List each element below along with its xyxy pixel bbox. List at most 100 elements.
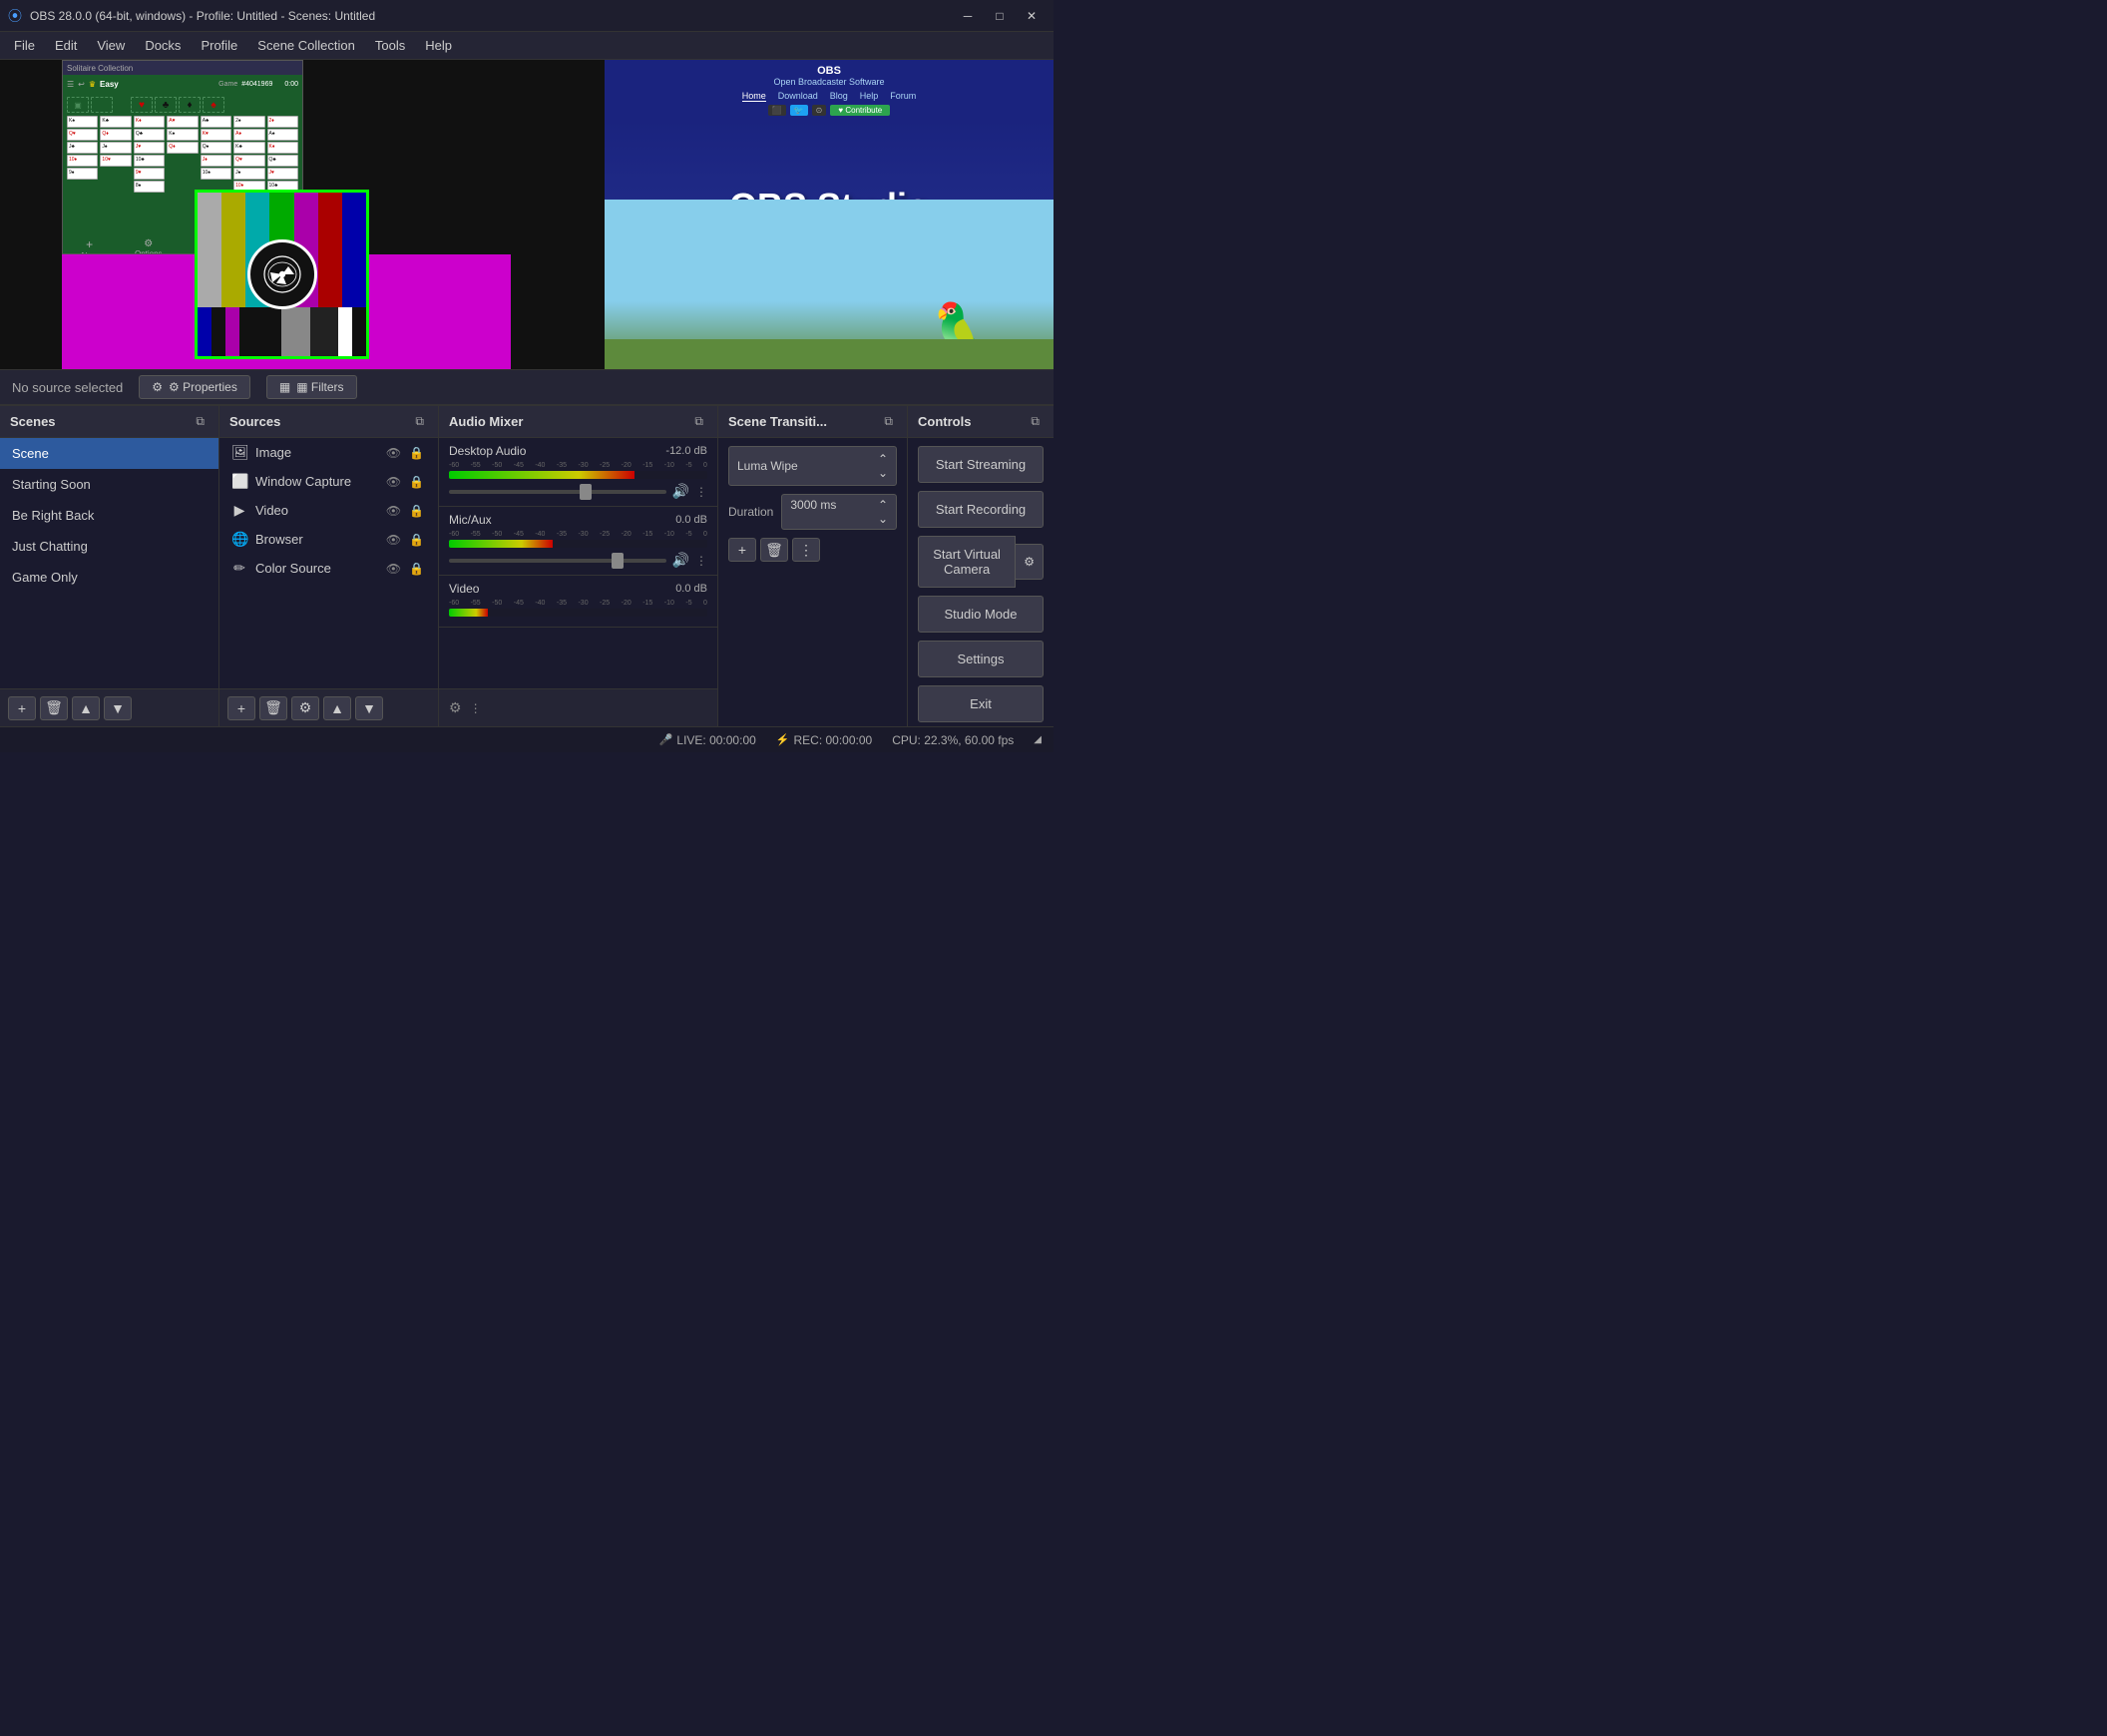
source-image-lock[interactable]: 🔒 (407, 446, 426, 460)
scenes-down-button[interactable]: ▼ (104, 696, 132, 720)
maximize-button[interactable]: □ (986, 5, 1014, 27)
mic-mute-button[interactable]: 🔊 (672, 552, 689, 569)
obs-nav-download[interactable]: Download (778, 91, 818, 102)
mic-meter-fill (449, 540, 553, 548)
transitions-menu-button[interactable]: ⋮ (792, 538, 820, 562)
duration-label: Duration (728, 505, 773, 519)
card: K♠ (167, 129, 198, 141)
scenes-up-button[interactable]: ▲ (72, 696, 100, 720)
sources-panel-popup-btn[interactable]: ⧉ (411, 412, 428, 431)
obs-logo-svg (262, 254, 302, 294)
source-item-image[interactable]: 🖼 Image 👁 🔒 (219, 438, 438, 467)
source-item-video[interactable]: ▶ Video 👁 🔒 (219, 496, 438, 525)
filters-label: ▦ Filters (296, 380, 343, 394)
close-button[interactable]: ✕ (1018, 5, 1046, 27)
mic-fader-thumb[interactable] (612, 553, 624, 569)
source-browser-visibility[interactable]: 👁 (384, 533, 403, 547)
obs-nav-forum[interactable]: Forum (890, 91, 916, 102)
menu-help[interactable]: Help (415, 34, 462, 57)
source-item-wc-left: ⬜ Window Capture (231, 473, 351, 490)
sources-add-button[interactable]: + (227, 696, 255, 720)
card: Q♥ (67, 129, 98, 141)
audio-panel-title: Audio Mixer (449, 414, 523, 429)
source-item-browser[interactable]: 🌐 Browser 👁 🔒 (219, 525, 438, 554)
filters-button[interactable]: ▦ ▦ Filters (266, 375, 357, 399)
desktop-audio-menu[interactable]: ⋮ (695, 485, 707, 499)
minimize-button[interactable]: ─ (954, 5, 982, 27)
scenes-list: Scene Starting Soon Be Right Back Just C… (0, 438, 218, 688)
audio-panel-menu[interactable]: ⋮ (470, 701, 482, 715)
transition-select[interactable]: Luma Wipe ⌃⌄ (728, 446, 897, 486)
menu-docks[interactable]: Docks (135, 34, 191, 57)
sources-remove-button[interactable]: 🗑 (259, 696, 287, 720)
audio-channels: Desktop Audio -12.0 dB -60-55-50-45-40-3… (439, 438, 717, 688)
bird-area: 🦜 (605, 200, 1054, 369)
obs-nav-home[interactable]: Home (742, 91, 766, 102)
menu-view[interactable]: View (87, 34, 135, 57)
mic-audio-menu[interactable]: ⋮ (695, 554, 707, 568)
source-color-visibility[interactable]: 👁 (384, 562, 403, 576)
obs-nav-help[interactable]: Help (860, 91, 879, 102)
transitions-panel-popup-btn[interactable]: ⧉ (880, 412, 897, 431)
scenes-panel-popup-btn[interactable]: ⧉ (192, 412, 209, 431)
start-virtual-camera-button[interactable]: Start Virtual Camera (918, 536, 1016, 588)
start-recording-button[interactable]: Start Recording (918, 491, 1044, 528)
source-color-lock[interactable]: 🔒 (407, 562, 426, 576)
scene-item-game-only[interactable]: Game Only (0, 562, 218, 593)
studio-mode-button[interactable]: Studio Mode (918, 596, 1044, 633)
scene-item-scene[interactable]: Scene (0, 438, 218, 469)
audio-settings-button[interactable]: ⚙ (449, 699, 462, 716)
source-browser-lock[interactable]: 🔒 (407, 533, 426, 547)
sol-found1: ♥ (131, 97, 153, 113)
source-status-bar: No source selected ⚙ ⚙ Properties ▦ ▦ Fi… (0, 369, 1054, 405)
card: 10♦ (67, 155, 98, 167)
properties-button[interactable]: ⚙ ⚙ Properties (139, 375, 250, 399)
transitions-remove-button[interactable]: 🗑 (760, 538, 788, 562)
obs-nav-blog[interactable]: Blog (830, 91, 848, 102)
card: K♦ (134, 116, 165, 128)
sources-up-button[interactable]: ▲ (323, 696, 351, 720)
source-image-visibility[interactable]: 👁 (384, 446, 403, 460)
sources-settings-button[interactable]: ⚙ (291, 696, 319, 720)
browser-icon: 🌐 (231, 531, 247, 548)
source-item-color[interactable]: ✏ Color Source 👁 🔒 (219, 554, 438, 583)
menubar: File Edit View Docks Profile Scene Colle… (0, 32, 1054, 60)
scenes-remove-button[interactable]: 🗑 (40, 696, 68, 720)
controls-panel-popup-btn[interactable]: ⧉ (1027, 412, 1044, 431)
duration-value: 3000 ms ⌃⌄ (781, 494, 897, 530)
source-vid-lock[interactable]: 🔒 (407, 504, 426, 518)
scenes-add-button[interactable]: + (8, 696, 36, 720)
mic-fader-track[interactable] (449, 559, 666, 563)
source-wc-lock[interactable]: 🔒 (407, 475, 426, 489)
menu-tools[interactable]: Tools (365, 34, 415, 57)
sources-down-button[interactable]: ▼ (355, 696, 383, 720)
card: K♥ (201, 129, 231, 141)
scene-item-be-right-back[interactable]: Be Right Back (0, 500, 218, 531)
transitions-add-button[interactable]: + (728, 538, 756, 562)
scene-item-just-chatting[interactable]: Just Chatting (0, 531, 218, 562)
menu-file[interactable]: File (4, 34, 45, 57)
start-streaming-button[interactable]: Start Streaming (918, 446, 1044, 483)
source-vid-visibility[interactable]: 👁 (384, 504, 403, 518)
virtual-camera-settings-button[interactable]: ⚙ (1016, 544, 1044, 580)
live-status: 🎤 LIVE: 00:00:00 (659, 733, 756, 747)
audio-panel-popup-btn[interactable]: ⧉ (690, 412, 707, 431)
mic-off-icon: 🎤 (659, 733, 673, 746)
cb-mid-gray (281, 307, 309, 356)
mic-meter (449, 540, 707, 548)
scene-item-starting-soon[interactable]: Starting Soon (0, 469, 218, 500)
menu-profile[interactable]: Profile (191, 34, 247, 57)
menu-scene-collection[interactable]: Scene Collection (247, 34, 365, 57)
desktop-fader-track[interactable] (449, 490, 666, 494)
card: J♥ (267, 168, 298, 180)
desktop-mute-button[interactable]: 🔊 (672, 483, 689, 500)
desktop-fader-thumb[interactable] (580, 484, 592, 500)
menu-edit[interactable]: Edit (45, 34, 87, 57)
sol-difficulty: Easy (100, 80, 119, 89)
video-meter (449, 609, 707, 617)
settings-button[interactable]: Settings (918, 641, 1044, 677)
source-wc-visibility[interactable]: 👁 (384, 475, 403, 489)
source-item-image-left: 🖼 Image (231, 444, 291, 461)
exit-button[interactable]: Exit (918, 685, 1044, 722)
source-item-window-capture[interactable]: ⬜ Window Capture 👁 🔒 (219, 467, 438, 496)
